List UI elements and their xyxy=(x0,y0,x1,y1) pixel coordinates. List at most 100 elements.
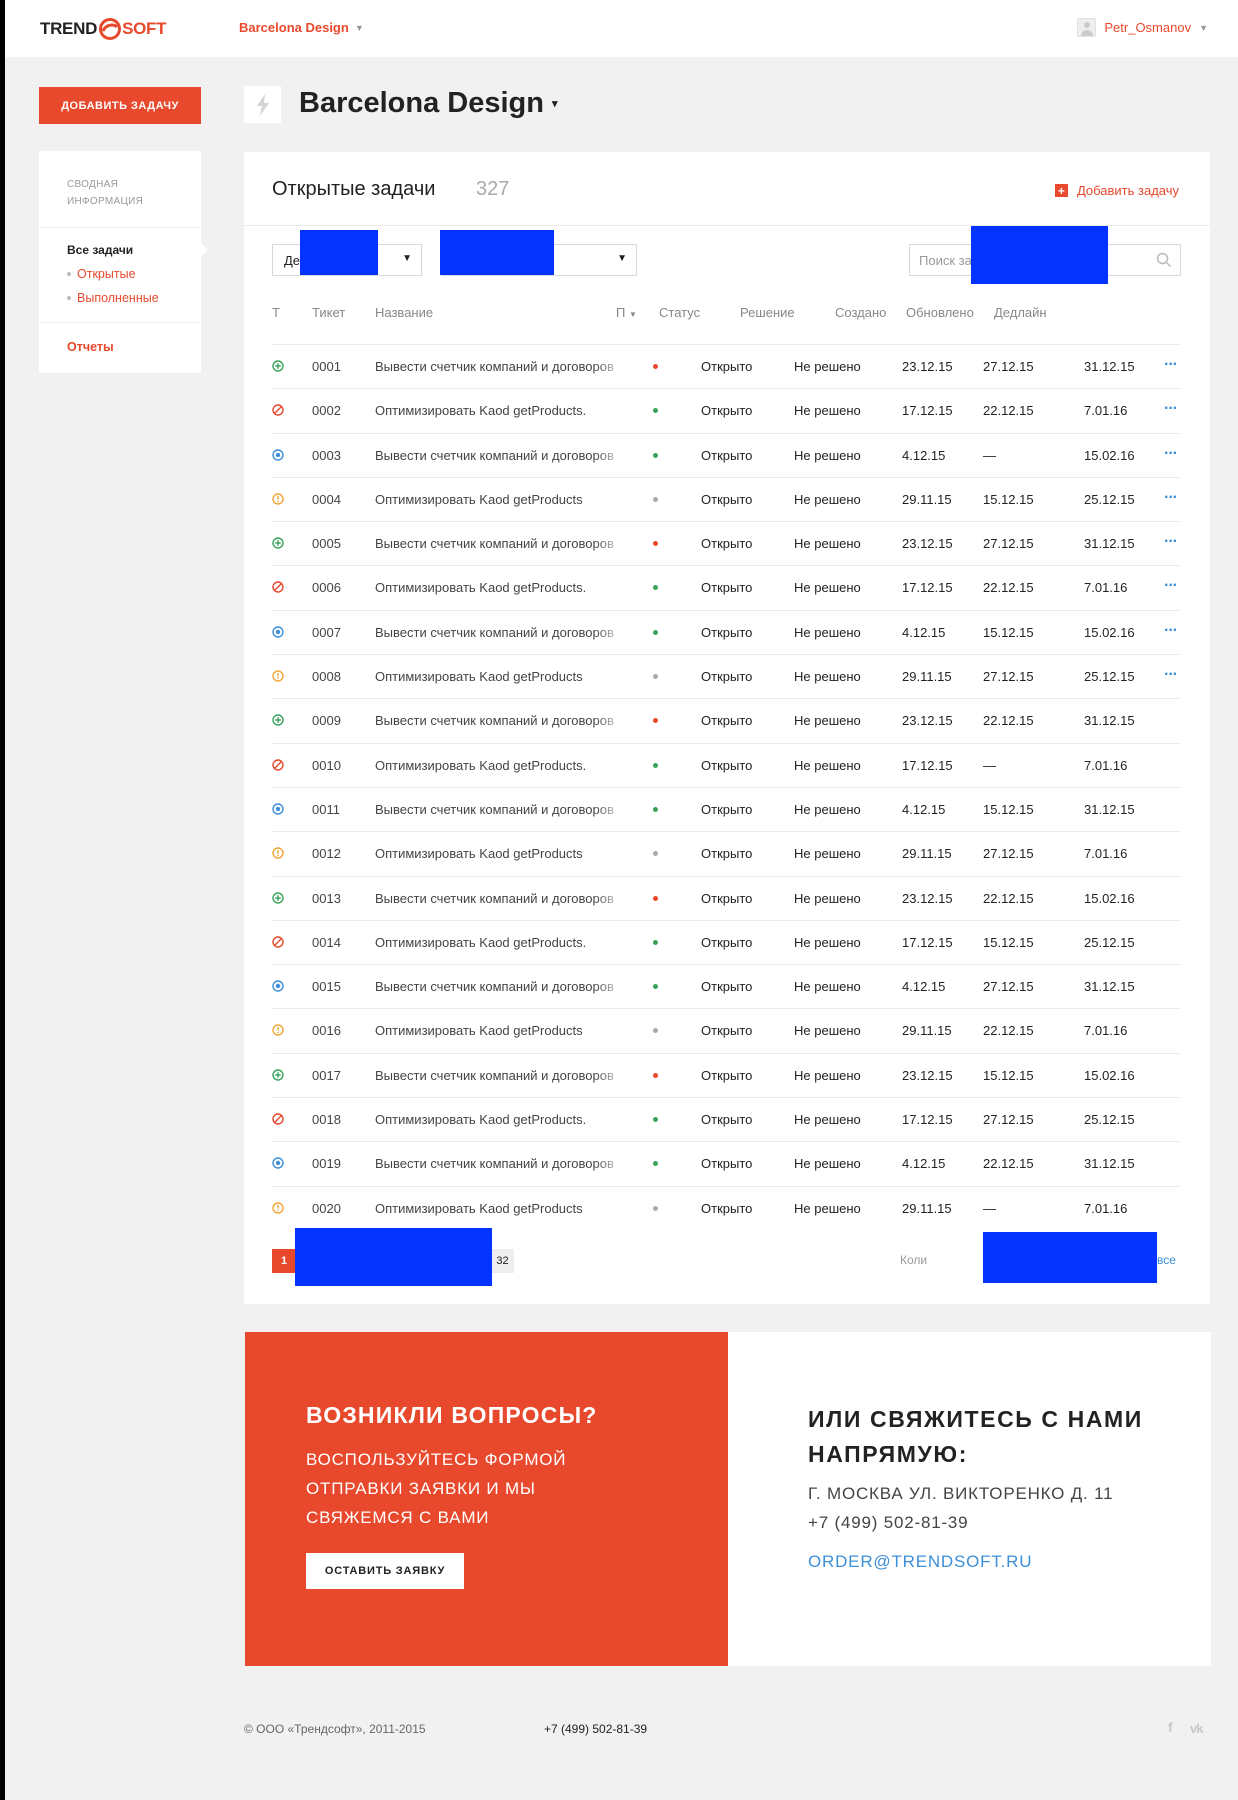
table-row[interactable]: 0015 Вывести счетчик компаний и договоров… xyxy=(272,964,1181,1008)
table-row[interactable]: 0012 Оптимизировать Kaod getProducts Откры… xyxy=(272,831,1181,875)
task-name[interactable]: Вывести счетчик компаний и договоров xyxy=(375,536,625,551)
table-row[interactable]: 0014 Оптимизировать Kaod getProducts. Откр… xyxy=(272,919,1181,964)
ticket-id[interactable]: 0002 xyxy=(312,403,341,418)
table-row[interactable]: 0008 Оптимизировать Kaod getProducts Откры… xyxy=(272,654,1181,698)
table-row[interactable]: 0009 Вывести счетчик компаний и договоров… xyxy=(272,698,1181,742)
sidebar-item-summary[interactable]: СВОДНАЯ ИНФОРМАЦИЯ xyxy=(67,176,177,210)
table-row[interactable]: 0016 Оптимизировать Kaod getProducts Откры… xyxy=(272,1008,1181,1052)
more-options-icon[interactable]: ··· xyxy=(1164,577,1178,595)
task-name[interactable]: Вывести счетчик компаний и договоров xyxy=(375,625,625,640)
ticket-id[interactable]: 0017 xyxy=(312,1068,341,1083)
per-page-all-link[interactable]: все xyxy=(1157,1253,1176,1267)
task-name[interactable]: Оптимизировать Kaod getProducts. xyxy=(375,403,625,418)
table-row[interactable]: 0006 Оптимизировать Kaod getProducts. Откр… xyxy=(272,565,1181,609)
task-name[interactable]: Вывести счетчик компаний и договоров xyxy=(375,1156,625,1171)
table-row[interactable]: 0020 Оптимизировать Kaod getProducts Откры… xyxy=(272,1185,1181,1230)
column-header-ticket[interactable]: Тикет xyxy=(312,305,345,320)
table-row[interactable]: 0001 Вывести счетчик компаний и договоров… xyxy=(272,344,1181,388)
task-name[interactable]: Оптимизировать Kaod getProducts. xyxy=(375,1112,625,1127)
task-name[interactable]: Вывести счетчик компаний и договоров xyxy=(375,448,625,463)
logo[interactable]: TREND SOFT xyxy=(40,16,167,42)
table-row[interactable]: 0018 Оптимизировать Kaod getProducts. Откр… xyxy=(272,1097,1181,1141)
task-name[interactable]: Вывести счетчик компаний и договоров xyxy=(375,359,625,374)
leave-request-button[interactable]: ОСТАВИТЬ ЗАЯВКУ xyxy=(306,1553,464,1589)
task-name[interactable]: Вывести счетчик компаний и договоров xyxy=(375,802,625,817)
column-header-priority[interactable]: П ▼ xyxy=(616,305,637,320)
ticket-id[interactable]: 0012 xyxy=(312,846,341,861)
ticket-id[interactable]: 0010 xyxy=(312,758,341,773)
facebook-icon[interactable]: f xyxy=(1168,1719,1173,1735)
contact-email-link[interactable]: ORDER@TRENDSOFT.RU xyxy=(808,1552,1032,1572)
more-options-icon[interactable]: ··· xyxy=(1164,356,1178,374)
ticket-id[interactable]: 0006 xyxy=(312,580,341,595)
table-row[interactable]: 0017 Вывести счетчик компаний и договоров… xyxy=(272,1052,1181,1097)
task-name[interactable]: Вывести счетчик компаний и договоров xyxy=(375,1068,625,1083)
user-menu[interactable]: Petr_Osmanov ▼ xyxy=(1077,18,1208,37)
table-row[interactable]: 0005 Вывести счетчик компаний и договоров… xyxy=(272,521,1181,565)
ticket-id[interactable]: 0005 xyxy=(312,536,341,551)
ticket-id[interactable]: 0014 xyxy=(312,935,341,950)
task-name[interactable]: Оптимизировать Kaod getProducts. xyxy=(375,758,625,773)
table-row[interactable]: 0002 Оптимизировать Kaod getProducts. Откр… xyxy=(272,388,1181,432)
ticket-id[interactable]: 0013 xyxy=(312,891,341,906)
more-options-icon[interactable]: ··· xyxy=(1164,666,1178,684)
more-options-icon[interactable]: ··· xyxy=(1164,400,1178,418)
contact-phone[interactable]: +7 (499) 502-81-39 xyxy=(808,1513,968,1533)
sidebar-item-all-tasks[interactable]: Все задачи xyxy=(67,243,133,257)
ticket-id[interactable]: 0004 xyxy=(312,492,341,507)
column-header-resolution[interactable]: Решение xyxy=(740,305,795,320)
more-options-icon[interactable]: ··· xyxy=(1164,489,1178,507)
column-header-name[interactable]: Название xyxy=(375,305,433,320)
column-header-deadline[interactable]: Дедлайн xyxy=(994,305,1047,320)
ticket-id[interactable]: 0015 xyxy=(312,979,341,994)
task-name[interactable]: Оптимизировать Kaod getProducts xyxy=(375,492,625,507)
updated-date: — xyxy=(983,447,996,463)
ticket-id[interactable]: 0009 xyxy=(312,713,341,728)
updated-date: 27.12.15 xyxy=(983,669,1034,685)
task-name[interactable]: Оптимизировать Kaod getProducts xyxy=(375,846,625,861)
column-header-status[interactable]: Статус xyxy=(659,305,700,320)
priority-dot-icon xyxy=(653,762,658,768)
ticket-id[interactable]: 0016 xyxy=(312,1023,341,1038)
task-name[interactable]: Оптимизировать Kaod getProducts xyxy=(375,1023,625,1038)
page-button-last[interactable]: 32 xyxy=(491,1249,514,1273)
project-switcher[interactable]: Barcelona Design ▼ xyxy=(239,20,364,35)
vk-icon[interactable]: vk xyxy=(1190,1721,1204,1736)
more-options-icon[interactable]: ··· xyxy=(1164,622,1178,640)
task-name[interactable]: Вывести счетчик компаний и договоров xyxy=(375,713,625,728)
ticket-id[interactable]: 0008 xyxy=(312,669,341,684)
table-row[interactable]: 0019 Вывести счетчик компаний и договоров… xyxy=(272,1141,1181,1185)
sidebar-item-open[interactable]: Открытые xyxy=(67,267,136,281)
table-row[interactable]: 0010 Оптимизировать Kaod getProducts. Откр… xyxy=(272,742,1181,787)
task-name[interactable]: Оптимизировать Kaod getProducts. xyxy=(375,580,625,595)
task-name[interactable]: Оптимизировать Kaod getProducts. xyxy=(375,935,625,950)
table-row[interactable]: 0004 Оптимизировать Kaod getProducts Откры… xyxy=(272,476,1181,521)
ticket-id[interactable]: 0011 xyxy=(312,802,340,817)
ticket-id[interactable]: 0003 xyxy=(312,448,341,463)
task-name[interactable]: Вывести счетчик компаний и договоров xyxy=(375,979,625,994)
more-options-icon[interactable]: ··· xyxy=(1164,445,1178,463)
table-row[interactable]: 0011 Вывести счетчик компаний и договоров… xyxy=(272,786,1181,831)
ticket-id[interactable]: 0020 xyxy=(312,1201,341,1216)
task-name[interactable]: Оптимизировать Kaod getProducts xyxy=(375,669,625,684)
table-row[interactable]: 0007 Вывести счетчик компаний и договоров… xyxy=(272,609,1181,654)
ticket-id[interactable]: 0019 xyxy=(312,1156,341,1171)
footer-phone[interactable]: +7 (499) 502-81-39 xyxy=(544,1722,647,1736)
table-row[interactable]: 0003 Вывести счетчик компаний и договоров… xyxy=(272,432,1181,477)
page-button-current[interactable]: 1 xyxy=(272,1249,296,1273)
add-task-link[interactable]: + Добавить задачу xyxy=(1054,183,1179,198)
task-name[interactable]: Оптимизировать Kaod getProducts xyxy=(375,1201,625,1216)
sidebar-item-reports[interactable]: Отчеты xyxy=(67,340,114,354)
add-task-button[interactable]: ДОБАВИТЬ ЗАДАЧУ xyxy=(39,87,201,124)
column-header-updated[interactable]: Обновлено xyxy=(906,305,974,320)
more-options-icon[interactable]: ··· xyxy=(1164,533,1178,551)
table-row[interactable]: 0013 Вывести счетчик компаний и договоров… xyxy=(272,875,1181,920)
page-title[interactable]: Barcelona Design ▾ xyxy=(299,87,558,120)
task-name[interactable]: Вывести счетчик компаний и договоров xyxy=(375,891,625,906)
ticket-id[interactable]: 0018 xyxy=(312,1112,341,1127)
column-header-type[interactable]: Т xyxy=(272,305,280,320)
ticket-id[interactable]: 0001 xyxy=(312,359,341,374)
sidebar-item-done[interactable]: Выполненные xyxy=(67,291,159,305)
ticket-id[interactable]: 0007 xyxy=(312,625,341,640)
column-header-created[interactable]: Создано xyxy=(835,305,886,320)
